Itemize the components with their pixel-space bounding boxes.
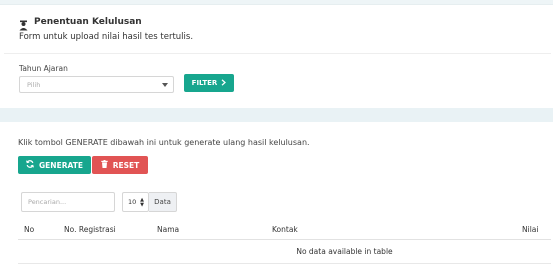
column-header-no[interactable]: No	[24, 225, 34, 234]
page-subtitle: Form untuk upload nilai hasil tes tertul…	[19, 32, 194, 42]
page-length-addon: Data	[149, 192, 177, 212]
chevron-down-icon	[162, 83, 168, 87]
divider	[4, 53, 551, 54]
chevron-right-icon	[221, 78, 227, 88]
generate-card: Klik tombol GENERATE dibawah ini untuk g…	[4, 122, 551, 270]
card-header: Penentuan Kelulusan	[19, 16, 142, 31]
page-title: Penentuan Kelulusan	[34, 16, 142, 27]
column-header-nama[interactable]: Nama	[157, 225, 179, 234]
tahun-ajaran-label: Tahun Ajaran	[19, 64, 68, 73]
column-header-kontak[interactable]: Kontak	[272, 225, 298, 234]
column-header-nilai[interactable]: Nilai	[522, 225, 538, 234]
table-empty-row: No data available in table	[18, 240, 551, 264]
generate-button-label: GENERATE	[39, 160, 83, 170]
sort-caret-icon: ▲ ▼	[140, 197, 144, 208]
generate-info: Klik tombol GENERATE dibawah ini untuk g…	[18, 138, 310, 147]
trash-icon	[101, 160, 108, 170]
empty-message: No data available in table	[296, 247, 393, 256]
top-band	[0, 0, 553, 5]
user-graduate-icon	[19, 16, 28, 31]
tahun-ajaran-select[interactable]: Pilih	[19, 76, 174, 93]
generate-button[interactable]: GENERATE	[18, 156, 91, 174]
reset-button-label: RESET	[112, 160, 140, 170]
page-length-value: 10	[128, 198, 137, 206]
page: Penentuan Kelulusan Form untuk upload ni…	[0, 0, 553, 270]
sync-icon	[26, 160, 34, 170]
table-header-row: No No. Registrasi Nama Kontak Nilai	[18, 218, 551, 240]
page-length-select[interactable]: 10 ▲ ▼	[122, 192, 149, 212]
column-header-no-registrasi[interactable]: No. Registrasi	[64, 225, 116, 234]
filter-button-label: FILTER	[191, 79, 218, 87]
filter-button[interactable]: FILTER	[184, 74, 234, 92]
reset-button[interactable]: RESET	[92, 156, 148, 174]
search-input[interactable]	[21, 192, 115, 212]
select-value: Pilih	[27, 81, 41, 89]
section-separator	[0, 108, 553, 122]
filter-card: Penentuan Kelulusan Form untuk upload ni…	[4, 6, 551, 108]
